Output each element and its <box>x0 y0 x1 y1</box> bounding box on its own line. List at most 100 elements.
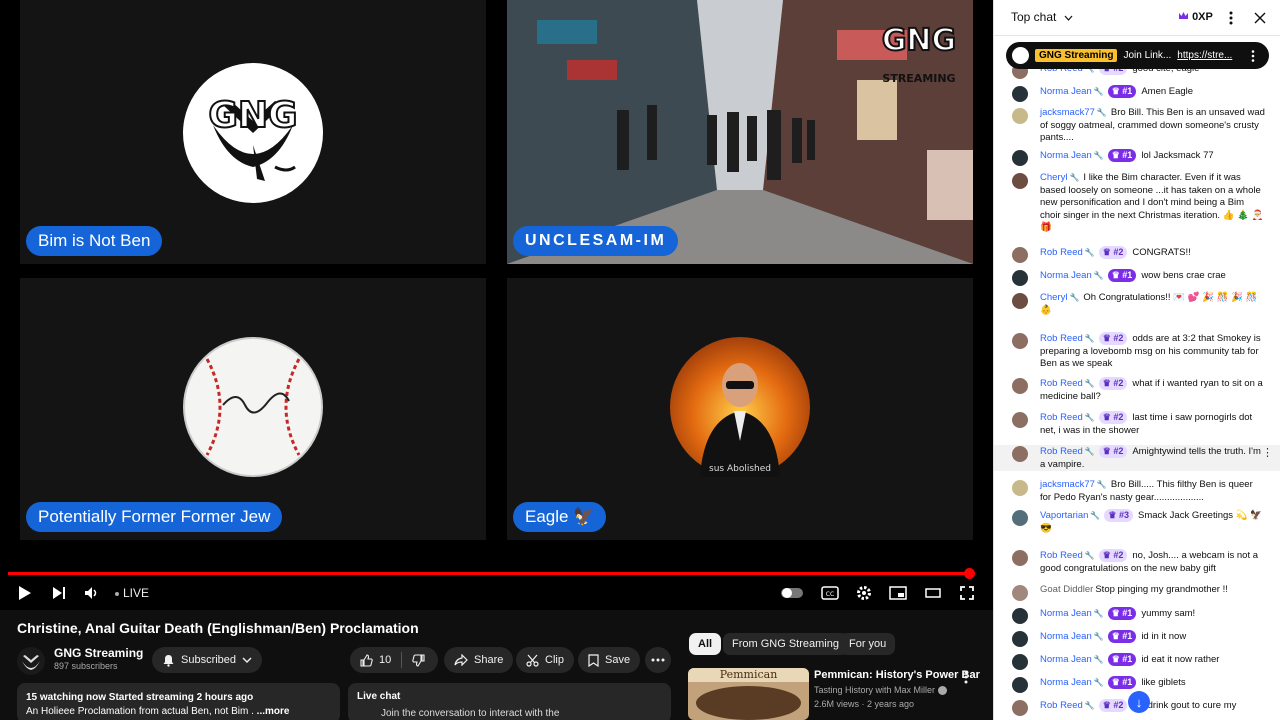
chat-avatar[interactable] <box>1012 608 1028 624</box>
chat-avatar[interactable] <box>1012 654 1028 670</box>
chat-message[interactable]: Norma Jean 🔧 ♛ #1 like giblets <box>994 676 1280 693</box>
show-more-link[interactable]: ...more <box>257 706 290 717</box>
chat-author[interactable]: Rob Reed <box>1040 700 1083 711</box>
chat-message[interactable]: Rob Reed 🔧 ♛ #2 odds are at 3:2 that Smokey… <box>994 332 1280 371</box>
volume-button[interactable] <box>80 581 104 605</box>
chat-avatar[interactable] <box>1012 446 1028 462</box>
chat-avatar[interactable] <box>1012 333 1028 349</box>
chat-author[interactable]: Vaportarian <box>1040 510 1088 521</box>
chat-message[interactable]: jacksmack77 🔧 Bro Bill. This Ben is an uns… <box>994 107 1280 145</box>
chip-from-channel[interactable]: From GNG Streaming <box>723 633 848 655</box>
chat-author[interactable]: jacksmack77 <box>1040 479 1095 490</box>
theater-mode-button[interactable] <box>921 581 945 605</box>
save-button[interactable]: Save <box>578 647 641 673</box>
scroll-to-bottom-button[interactable]: ↓ <box>1128 691 1150 713</box>
chat-avatar[interactable] <box>1012 378 1028 394</box>
rank-value: #2 <box>1113 378 1124 388</box>
chat-avatar[interactable] <box>1012 631 1028 647</box>
chat-author[interactable]: Rob Reed <box>1040 446 1083 457</box>
chat-author[interactable]: Rob Reed <box>1040 333 1083 344</box>
subscribed-button[interactable]: Subscribed <box>152 647 263 673</box>
chat-author[interactable]: Norma Jean <box>1040 654 1092 665</box>
chat-author[interactable]: jacksmack77 <box>1040 107 1095 118</box>
chat-message[interactable]: Vaportarian 🔧 ♛ #3 Smack Jack Greetings 💫 🦅… <box>994 509 1280 535</box>
fullscreen-button[interactable] <box>955 581 979 605</box>
pinned-link[interactable]: https://stre... <box>1177 50 1232 61</box>
chat-author[interactable]: Norma Jean <box>1040 677 1092 688</box>
pinned-message[interactable]: GNG Streaming Join Link... https://stre.… <box>1006 42 1269 69</box>
more-vertical-icon[interactable] <box>1251 50 1255 62</box>
chat-author[interactable]: Norma Jean <box>1040 631 1092 642</box>
channel-name[interactable]: GNG Streaming <box>54 646 143 660</box>
xp-badge[interactable]: 0XP <box>1178 11 1213 23</box>
chat-author[interactable]: Rob Reed <box>1040 412 1083 423</box>
chat-message[interactable]: Cheryl 🔧 Oh Congratulations!! 💌 💕 🎉 🎊 🎉 🎊 … <box>994 292 1280 317</box>
chat-author[interactable]: Cheryl <box>1040 292 1067 303</box>
chat-message[interactable]: Rob Reed 🔧 ♛ #2 Amightywind tells the truth… <box>994 445 1280 471</box>
chat-message[interactable]: Rob Reed 🔧 ♛ #2 CONGRATS!! <box>994 246 1280 263</box>
settings-button[interactable] <box>852 581 876 605</box>
chat-avatar[interactable] <box>1012 108 1028 124</box>
chat-avatar[interactable] <box>1012 700 1028 716</box>
chat-message[interactable]: Norma Jean 🔧 ♛ #1 Amen Eagle <box>994 85 1280 102</box>
dislike-icon[interactable] <box>412 653 425 667</box>
chat-author[interactable]: Rob Reed <box>1040 550 1083 561</box>
autoplay-toggle[interactable] <box>780 581 804 605</box>
chat-author[interactable]: Norma Jean <box>1040 150 1092 161</box>
chat-message[interactable]: Norma Jean 🔧 ♛ #1 lol Jacksmack 77 <box>994 149 1280 166</box>
chat-avatar[interactable] <box>1012 585 1028 601</box>
chat-message-list[interactable]: Rob Reed🔧♛ #2good cite, eagleNorma Jean🔧… <box>994 62 1280 720</box>
chat-avatar[interactable] <box>1012 677 1028 693</box>
chat-author[interactable]: Norma Jean <box>1040 86 1092 97</box>
description-box[interactable]: 15 watching now Started streaming 2 hour… <box>17 683 340 720</box>
chat-avatar[interactable] <box>1012 270 1028 286</box>
chat-author[interactable]: Cheryl <box>1040 172 1067 183</box>
chat-message[interactable]: Goat Diddler Stop pinging my grandmother … <box>994 584 1280 601</box>
chip-for-you[interactable]: For you <box>840 633 896 655</box>
chat-author[interactable]: Norma Jean <box>1040 608 1092 619</box>
chat-message[interactable]: Rob Reed 🔧 ♛ #2 what if i wanted ryan to si… <box>994 377 1280 403</box>
chat-message[interactable]: Rob Reed 🔧 ♛ #2 last time i saw pornogirls … <box>994 411 1280 437</box>
chat-message[interactable]: Norma Jean 🔧 ♛ #1 id in it now <box>994 630 1280 647</box>
chat-avatar[interactable] <box>1012 86 1028 102</box>
chat-avatar[interactable] <box>1012 247 1028 263</box>
chat-message[interactable]: Norma Jean 🔧 ♛ #1 yummy sam! <box>994 607 1280 624</box>
progress-bar[interactable] <box>8 572 970 575</box>
chat-author[interactable]: Norma Jean <box>1040 270 1092 281</box>
close-chat-button[interactable] <box>1254 11 1266 29</box>
like-icon[interactable] <box>360 653 373 667</box>
chip-all[interactable]: All <box>689 633 722 655</box>
chat-message[interactable]: Norma Jean 🔧 ♛ #1 wow bens crae crae <box>994 269 1280 286</box>
chat-avatar[interactable] <box>1012 293 1028 309</box>
live-indicator[interactable]: LIVE <box>115 586 149 600</box>
next-button[interactable] <box>47 581 71 605</box>
chat-menu-button[interactable] <box>1229 11 1233 30</box>
chat-message[interactable]: Rob Reed 🔧 ♛ #2 no, Josh.... a webcam is no… <box>994 549 1280 575</box>
recommendation-menu-button[interactable] <box>964 670 968 689</box>
chat-author[interactable]: Rob Reed <box>1040 378 1083 389</box>
channel-avatar[interactable] <box>17 647 45 675</box>
recommendation-title[interactable]: Pemmican: History's Power Bar <box>814 669 980 681</box>
play-button[interactable] <box>13 581 37 605</box>
chat-avatar[interactable] <box>1012 550 1028 566</box>
chat-avatar[interactable] <box>1012 173 1028 189</box>
chat-avatar[interactable] <box>1012 480 1028 496</box>
chat-message[interactable]: Cheryl 🔧 I like the Bim character. Even if… <box>994 172 1280 235</box>
clip-button[interactable]: Clip <box>516 647 574 673</box>
chat-avatar[interactable] <box>1012 412 1028 428</box>
captions-button[interactable]: CC <box>818 581 842 605</box>
rank-value: #3 <box>1118 510 1129 520</box>
message-menu-icon[interactable]: ⋮ <box>1262 447 1273 460</box>
miniplayer-button[interactable] <box>886 581 910 605</box>
chat-message[interactable]: jacksmack77 🔧 Bro Bill..... This filthy Be… <box>994 479 1280 504</box>
chat-author[interactable]: Goat Diddler <box>1040 584 1093 595</box>
chat-avatar[interactable] <box>1012 510 1028 526</box>
video-player[interactable]: GNG Bim is Not Ben GNG STREAMING UNCLESA… <box>0 0 993 610</box>
more-actions-button[interactable] <box>645 647 671 673</box>
share-button[interactable]: Share <box>444 647 514 673</box>
chat-message[interactable]: Norma Jean 🔧 ♛ #1 id eat it now rather <box>994 653 1280 670</box>
chat-author[interactable]: Rob Reed <box>1040 247 1083 258</box>
top-chat-dropdown[interactable]: Top chat <box>1011 10 1073 24</box>
chat-avatar[interactable] <box>1012 150 1028 166</box>
recommendation-thumbnail[interactable]: Pemmican <box>688 668 809 720</box>
